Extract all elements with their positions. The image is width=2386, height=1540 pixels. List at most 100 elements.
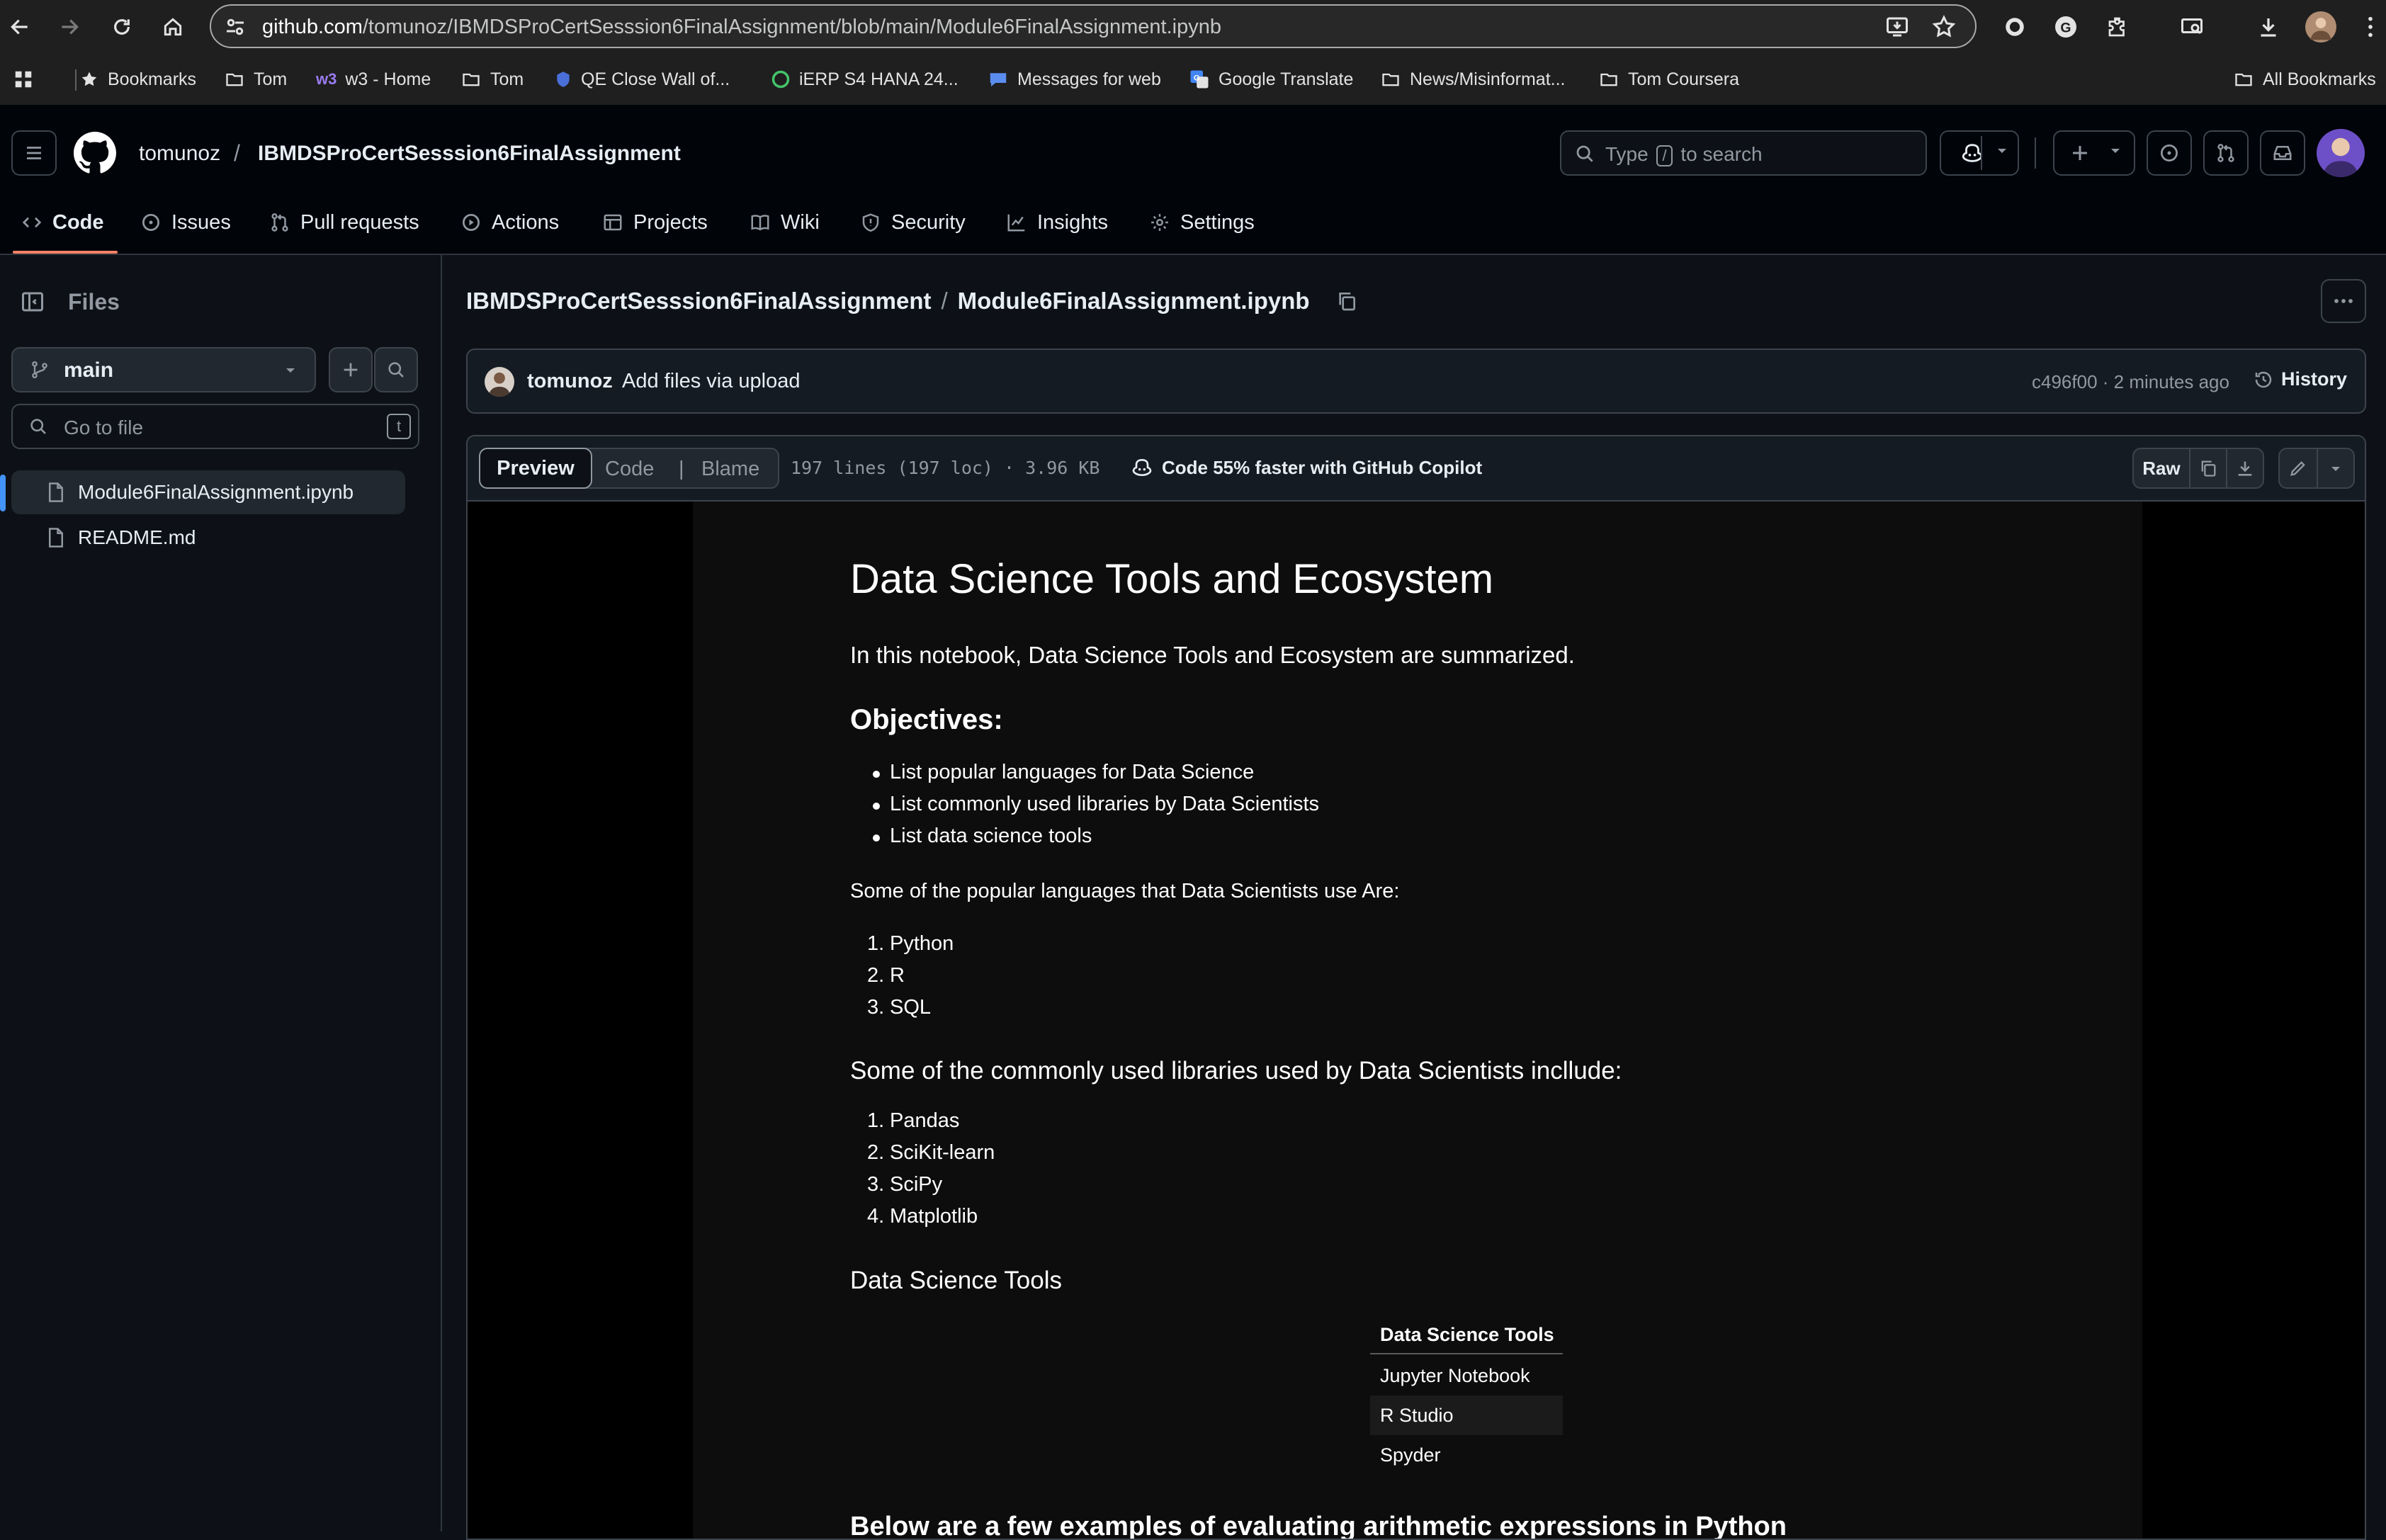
reload-icon[interactable]: [105, 10, 139, 44]
download-raw-button[interactable]: [2226, 448, 2264, 489]
pull-requests-icon[interactable]: [2203, 130, 2249, 176]
commit-meta[interactable]: c496f00 · 2 minutes ago: [2032, 371, 2229, 393]
list-number: 3.: [867, 1173, 885, 1196]
bookmark-item[interactable]: News/Misinformat...: [1380, 67, 1565, 92]
reading-list-icon[interactable]: [2178, 13, 2206, 41]
install-app-icon[interactable]: [1884, 14, 1910, 40]
bookmark-item[interactable]: Bookmarks: [79, 67, 196, 92]
search-input[interactable]: Type / to search: [1560, 130, 1927, 176]
tab-label: Actions: [492, 210, 560, 234]
copilot-button[interactable]: [1940, 130, 2019, 176]
address-bar[interactable]: github.com/tomunoz/IBMDSProCertSesssion6…: [210, 4, 1977, 48]
site-info-icon[interactable]: [222, 14, 248, 40]
code-view-tab[interactable]: Code: [605, 458, 654, 481]
collapse-sidebar-icon[interactable]: [20, 289, 45, 315]
bookmark-label: News/Misinformat...: [1410, 69, 1566, 89]
bookmark-item[interactable]: iERP S4 HANA 24...: [771, 67, 959, 92]
tab-code[interactable]: Code: [21, 201, 104, 244]
file-tree-item[interactable]: README.md: [11, 516, 405, 560]
copy-raw-button[interactable]: [2189, 448, 2227, 489]
bullet-marker: [873, 834, 880, 842]
edit-options-button[interactable]: [2317, 448, 2355, 489]
inbox-icon[interactable]: [2260, 130, 2305, 176]
tab-wiki[interactable]: Wiki: [750, 201, 820, 244]
bookmark-label: Bookmarks: [108, 69, 197, 89]
bookmark-item[interactable]: G Google Translate: [1189, 67, 1353, 92]
bookmark-item[interactable]: w3 w3 - Home: [316, 67, 431, 92]
tab-projects[interactable]: Projects: [602, 201, 708, 244]
preview-tab[interactable]: Preview: [479, 448, 592, 489]
commit-author-avatar[interactable]: [485, 367, 514, 397]
latest-commit-bar: tomunoz Add files via upload c496f00 · 2…: [466, 349, 2366, 414]
notebook-title: Data Science Tools and Ecosystem: [850, 556, 1494, 602]
owner-link[interactable]: tomunoz: [139, 142, 220, 166]
tab-actions[interactable]: Actions: [460, 201, 559, 244]
go-to-file-input[interactable]: Go to file t: [11, 404, 419, 449]
breadcrumb-repo-link[interactable]: IBMDSProCertSesssion6FinalAssignment: [466, 288, 932, 315]
home-icon[interactable]: [156, 10, 190, 44]
tab-insights[interactable]: Insights: [1006, 201, 1108, 244]
bookmark-item[interactable]: Tom: [460, 67, 524, 92]
create-new-button[interactable]: [2053, 130, 2135, 176]
issues-icon[interactable]: [2147, 130, 2192, 176]
raw-button[interactable]: Raw: [2132, 448, 2190, 489]
active-tab-indicator: [13, 251, 118, 254]
header-divider: [2035, 137, 2036, 169]
bookmark-star-icon[interactable]: [1931, 14, 1957, 40]
list-number: 1.: [867, 932, 885, 955]
bookmark-item[interactable]: Tom: [224, 67, 287, 92]
blame-tab[interactable]: Blame: [701, 458, 759, 481]
forward-icon[interactable]: [52, 10, 86, 44]
all-bookmarks-label: All Bookmarks: [2263, 69, 2376, 89]
tab-label: Security: [891, 210, 966, 234]
hamburger-menu-icon[interactable]: [11, 130, 57, 176]
copy-path-icon[interactable]: [1335, 290, 1358, 312]
tab-pull-requests[interactable]: Pull requests: [269, 201, 419, 244]
tab-issues[interactable]: Issues: [140, 201, 231, 244]
list-number: 2.: [867, 1141, 885, 1164]
search-icon: [1574, 143, 1595, 164]
back-icon[interactable]: [3, 10, 37, 44]
grammar-extension-icon[interactable]: G: [2052, 13, 2080, 41]
graph-icon: [1006, 212, 1027, 233]
history-icon: [2253, 369, 2274, 390]
file-tree-item[interactable]: Module6FinalAssignment.ipynb: [11, 470, 405, 514]
all-bookmarks[interactable]: All Bookmarks: [2233, 67, 2376, 92]
branch-selector[interactable]: main: [11, 347, 316, 392]
edit-file-button[interactable]: [2278, 448, 2318, 489]
apps-grid-icon[interactable]: [13, 67, 34, 92]
url-text[interactable]: github.com/tomunoz/IBMDSProCertSesssion6…: [262, 16, 1221, 39]
bookmark-item[interactable]: Tom Coursera: [1598, 67, 1739, 92]
user-avatar[interactable]: [2317, 129, 2365, 177]
commit-author[interactable]: tomunoz: [527, 370, 613, 393]
files-title: Files: [68, 289, 120, 315]
book-icon: [750, 212, 771, 233]
more-options-button[interactable]: [2321, 279, 2366, 323]
tab-label: Wiki: [781, 210, 820, 234]
table-header-cell: Data Science Tools: [1370, 1315, 1563, 1354]
table-row: Jupyter Notebook: [1380, 1365, 1530, 1386]
bookmark-item[interactable]: QE Close Wall of...: [554, 67, 730, 92]
list-number: 1.: [867, 1109, 885, 1132]
add-file-button[interactable]: [329, 347, 373, 392]
downloads-icon[interactable]: [2254, 13, 2283, 41]
extensions-puzzle-icon[interactable]: [2104, 13, 2132, 41]
bookmark-label: Google Translate: [1219, 69, 1354, 89]
search-files-button[interactable]: [374, 347, 418, 392]
list-number: 3.: [867, 996, 885, 1019]
tab-label: Pull requests: [300, 210, 419, 234]
copilot-promo-link[interactable]: Code 55% faster with GitHub Copilot: [1131, 456, 1482, 479]
repo-link[interactable]: IBMDSProCertSesssion6FinalAssignment: [258, 142, 681, 166]
code-icon: [21, 212, 43, 233]
bookmark-label: w3 - Home: [345, 69, 431, 89]
history-button[interactable]: History: [2253, 368, 2347, 390]
commit-message[interactable]: Add files via upload: [622, 370, 801, 393]
github-logo-icon[interactable]: [74, 132, 116, 174]
folder-icon: [460, 69, 482, 89]
tab-settings[interactable]: Settings: [1149, 201, 1255, 244]
extension-circle-icon[interactable]: [2001, 13, 2029, 41]
tab-security[interactable]: Security: [860, 201, 966, 244]
profile-avatar-icon[interactable]: [2305, 11, 2336, 43]
browser-menu-icon[interactable]: [2362, 13, 2379, 41]
bookmark-item[interactable]: Messages for web: [988, 67, 1161, 92]
